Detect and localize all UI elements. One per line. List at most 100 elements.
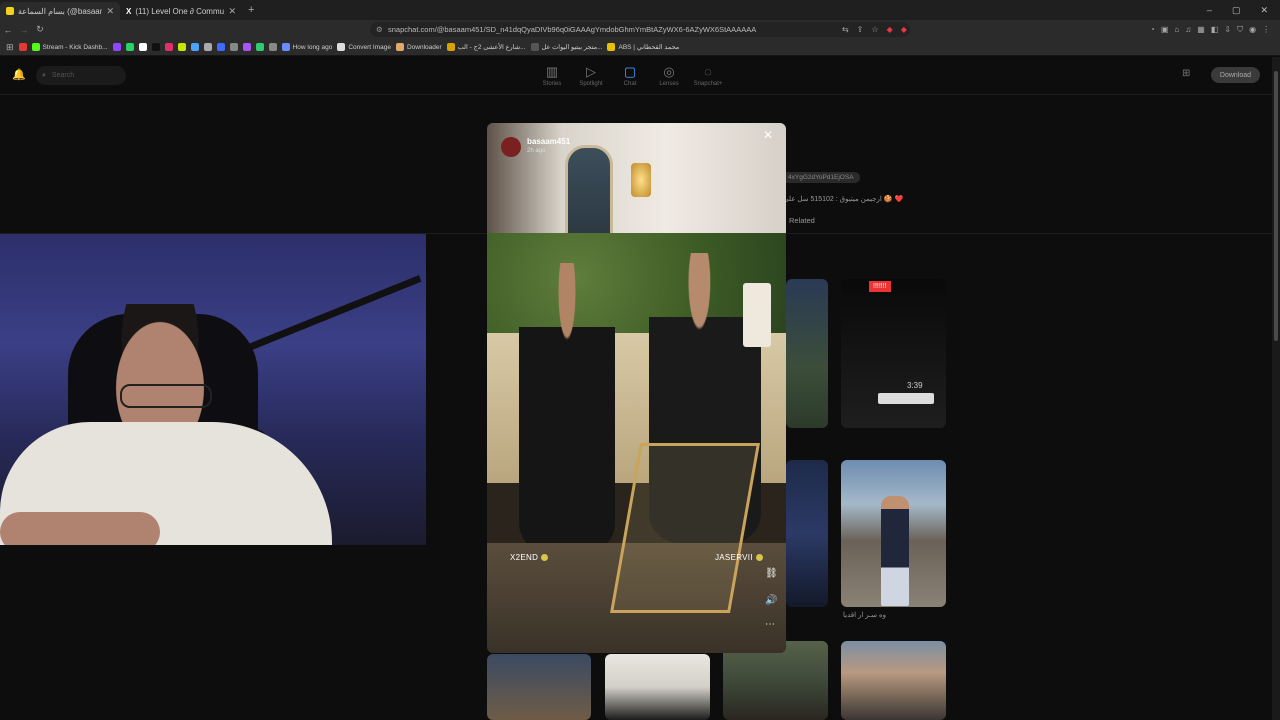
apps-grid-icon[interactable]: ⊞ bbox=[1182, 68, 1190, 79]
profile-snapcode-chip[interactable]: 4xYgG2dYoPd1EjOSA bbox=[782, 172, 860, 183]
profile-bio: ❤️ 🍪 ارجيمن ميتيوق : 515102 سل على الـ bbox=[775, 196, 904, 203]
x-favicon-icon: X bbox=[126, 6, 132, 16]
story-username[interactable]: basaam451 bbox=[527, 137, 570, 146]
bookmark-favicon-icon bbox=[138, 43, 147, 51]
bookmark-item[interactable]: Stream - Kick Dashb... bbox=[31, 43, 108, 51]
translate-icon[interactable]: ⇆ bbox=[842, 25, 849, 34]
close-tab-icon[interactable]: ✕ bbox=[106, 6, 114, 17]
lenses-icon: ◎ bbox=[663, 64, 675, 79]
sound-icon[interactable]: 🔊 bbox=[765, 595, 777, 606]
bookmark-favicon-icon bbox=[18, 43, 27, 51]
story-author-avatar[interactable] bbox=[501, 137, 521, 157]
bookmark-item[interactable] bbox=[138, 43, 147, 51]
bookmark-item[interactable]: ABS | محمد القحطاني bbox=[607, 43, 679, 51]
user-tag[interactable]: JASERVII bbox=[715, 553, 763, 562]
window-controls: – ▢ ✕ bbox=[1207, 5, 1280, 16]
bookmark-item[interactable] bbox=[177, 43, 186, 51]
url-bar[interactable]: ⚙ snapchat.com/@basaam451/SD_n41dqQyaDIV… bbox=[370, 22, 910, 37]
tag-label: X2END bbox=[510, 553, 539, 562]
menu-icon[interactable]: ⋮ bbox=[1262, 25, 1270, 35]
thumbnail-badge: !!!!!!! bbox=[869, 281, 891, 292]
link-icon[interactable]: ⛓ bbox=[765, 568, 778, 579]
scrollbar-thumb[interactable] bbox=[1274, 71, 1278, 341]
tab-related[interactable]: Related bbox=[789, 216, 815, 225]
apps-grid-icon[interactable]: ⊞ bbox=[6, 42, 14, 53]
bookmark-item[interactable]: شارع الأعشى 2ج - الب... bbox=[446, 43, 526, 51]
bookmark-favicon-icon bbox=[177, 43, 186, 51]
bookmark-item[interactable] bbox=[268, 43, 277, 51]
bookmark-favicon-icon bbox=[337, 43, 346, 51]
bookmark-favicon-icon bbox=[530, 43, 539, 51]
close-window-button[interactable]: ✕ bbox=[1260, 5, 1268, 16]
bookmark-item[interactable]: Convert Image bbox=[337, 43, 391, 51]
bookmark-item[interactable] bbox=[242, 43, 251, 51]
bookmark-item[interactable] bbox=[255, 43, 264, 51]
bookmark-item[interactable] bbox=[151, 43, 160, 51]
page-scrollbar[interactable] bbox=[1272, 57, 1280, 720]
story-thumbnail[interactable]: !!!!!!! 3:39 bbox=[841, 279, 946, 428]
nav-spotlight[interactable]: ▷ Spotlight bbox=[571, 64, 611, 87]
download-button[interactable]: Download bbox=[1211, 67, 1260, 83]
story-thumbnail[interactable] bbox=[605, 654, 710, 720]
nav-lenses[interactable]: ◎ Lenses bbox=[649, 64, 689, 87]
reading-list-icon[interactable]: ▦ bbox=[1197, 25, 1205, 35]
extension-icon[interactable]: ⌂ bbox=[1174, 25, 1179, 35]
story-thumbnail[interactable] bbox=[786, 279, 828, 428]
bookmark-item[interactable]: متجر بيتيو اليوات عل... bbox=[530, 43, 602, 51]
snapchat-plus-icon: ◌ bbox=[704, 64, 712, 79]
reload-icon[interactable]: ↻ bbox=[32, 24, 48, 35]
story-cup bbox=[743, 283, 771, 347]
bookmark-item[interactable] bbox=[229, 43, 238, 51]
tab-x-community[interactable]: X(11) Level One ∂ Community / X ✕ bbox=[120, 2, 242, 20]
bookmark-item[interactable] bbox=[216, 43, 225, 51]
profile-icon[interactable]: ◉ bbox=[1249, 25, 1256, 35]
back-arrow-icon[interactable]: ← bbox=[0, 25, 16, 35]
sidebar-icon[interactable]: ◧ bbox=[1211, 25, 1219, 35]
close-tab-icon[interactable]: ✕ bbox=[228, 6, 236, 17]
site-info-icon[interactable]: ⚙ bbox=[376, 25, 383, 34]
thumbnail-time: 3:39 bbox=[907, 381, 923, 390]
close-icon[interactable]: ✕ bbox=[763, 128, 773, 142]
nav-chat[interactable]: ▢ Chat bbox=[610, 64, 650, 87]
story-thumbnail[interactable] bbox=[786, 460, 828, 607]
bookmark-item[interactable] bbox=[164, 43, 173, 51]
user-tag[interactable]: X2END bbox=[510, 553, 549, 562]
story-timestamp: 2h ago bbox=[527, 148, 546, 154]
bookmark-item[interactable] bbox=[125, 43, 134, 51]
story-thumbnail[interactable] bbox=[841, 460, 946, 607]
bookmark-item[interactable] bbox=[190, 43, 199, 51]
bookmark-item[interactable] bbox=[18, 43, 27, 51]
new-tab-button[interactable]: + bbox=[248, 4, 254, 16]
tag-label: JASERVII bbox=[715, 553, 753, 562]
search-input[interactable]: ⌕ Search bbox=[36, 66, 126, 85]
bookmark-label: ABS | محمد القحطاني bbox=[618, 44, 680, 51]
story-viewer[interactable]: basaam451 2h ago ✕ X2END JASERVII ⛓ 🔊 ⋯ bbox=[487, 123, 786, 653]
bookmark-item[interactable] bbox=[203, 43, 212, 51]
story-thumbnail[interactable] bbox=[487, 654, 591, 720]
extension-red-icon[interactable]: ◆ bbox=[887, 25, 893, 34]
extension-red-icon[interactable]: ◆ bbox=[901, 25, 907, 34]
extension-icon[interactable]: ▣ bbox=[1161, 25, 1169, 35]
media-icon[interactable]: ♫ bbox=[1185, 25, 1191, 35]
nav-label: Stories bbox=[542, 81, 562, 87]
bookmark-star-icon[interactable]: ☆ bbox=[871, 25, 878, 34]
bookmark-item[interactable]: How long ago bbox=[281, 43, 332, 51]
shield-icon[interactable]: ⛉ bbox=[1237, 25, 1243, 35]
tab-snapchat-profile[interactable]: بسام السماعة (@basaam451) ✕ bbox=[0, 2, 120, 20]
share-icon[interactable]: ⇪ bbox=[857, 25, 864, 34]
bookmark-favicon-icon bbox=[281, 43, 290, 51]
bookmark-favicon-icon bbox=[242, 43, 251, 51]
forward-arrow-icon[interactable]: → bbox=[16, 25, 32, 35]
extension-icon[interactable]: ◔ bbox=[1150, 25, 1155, 35]
nav-label: Spotlight bbox=[579, 81, 603, 87]
bookmark-item[interactable] bbox=[112, 43, 121, 51]
download-icon[interactable]: ⇩ bbox=[1224, 25, 1231, 35]
nav-stories[interactable]: ▥ Stories bbox=[532, 64, 572, 87]
minimize-button[interactable]: – bbox=[1207, 5, 1212, 16]
nav-snapchat-plus[interactable]: ◌ Snapchat+ bbox=[688, 64, 728, 87]
story-thumbnail[interactable] bbox=[841, 641, 946, 720]
maximize-button[interactable]: ▢ bbox=[1232, 5, 1241, 16]
notification-bell-icon[interactable]: 🔔 bbox=[12, 68, 26, 81]
more-icon[interactable]: ⋯ bbox=[765, 619, 775, 630]
bookmark-item[interactable]: Downloader bbox=[395, 43, 442, 51]
